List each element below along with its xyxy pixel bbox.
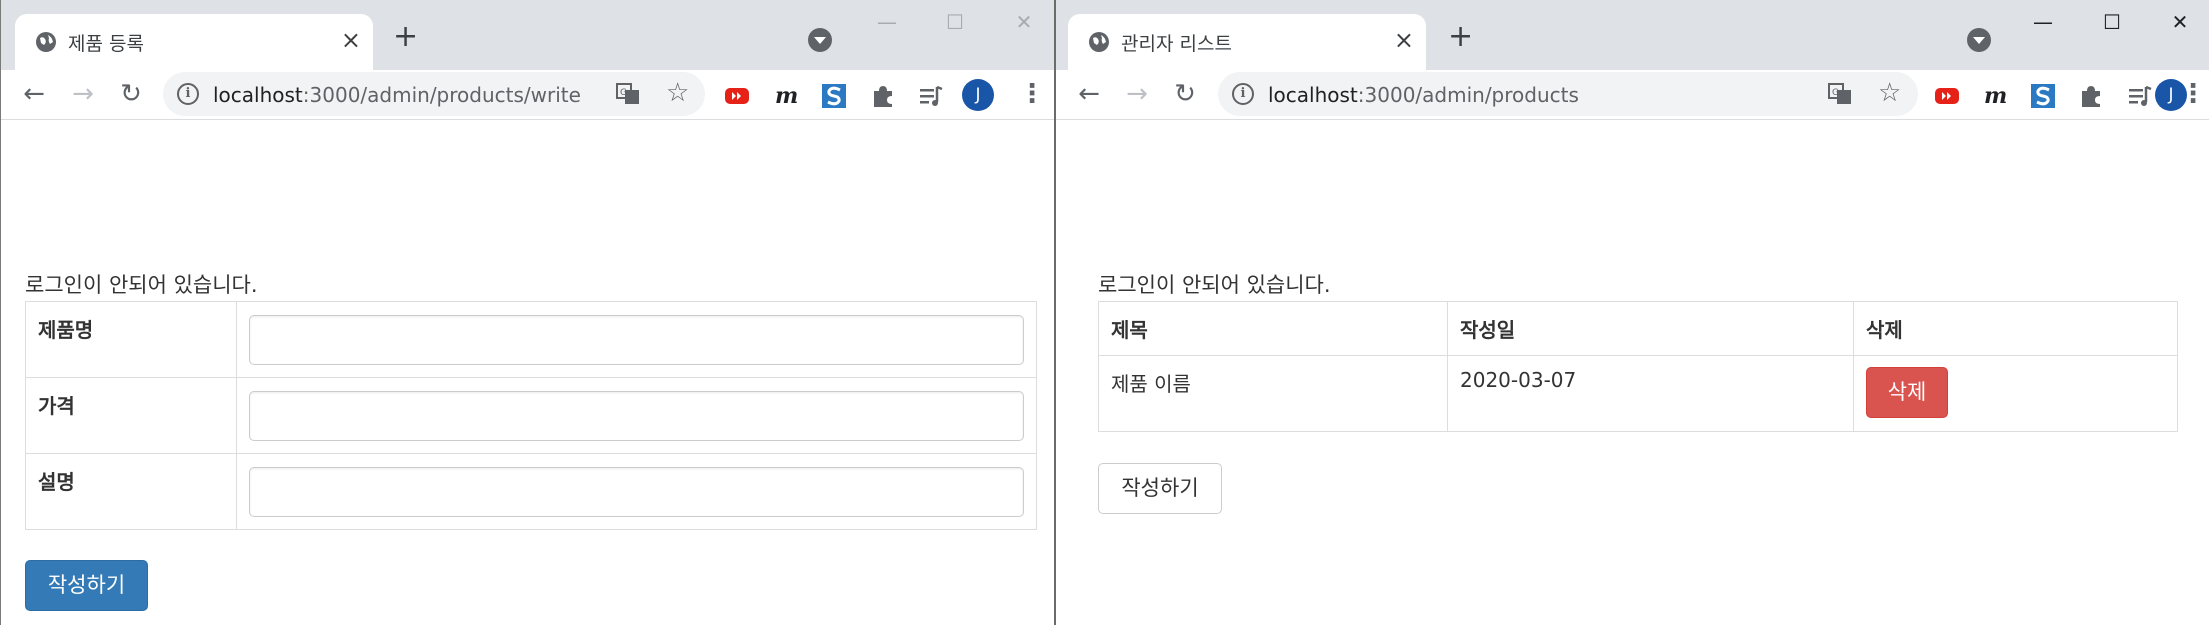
svg-text:m: m [1984, 83, 2007, 109]
minimize-button[interactable]: — [2023, 8, 2063, 36]
m-icon[interactable]: m [1981, 82, 2009, 110]
maximize-button[interactable]: ☐ [935, 8, 975, 36]
tab-product-register[interactable]: 제품 등록 × [15, 14, 373, 70]
cell-delete: 삭제 [1853, 355, 2178, 432]
tab-strip: 제품 등록 × + — ☐ ✕ [1, 0, 1054, 70]
url-host: localhost [213, 83, 303, 107]
arrow-right-icon[interactable]: → [1121, 79, 1153, 111]
url-text[interactable]: localhost:3000/admin/products [1268, 83, 1579, 107]
product-name-input[interactable] [249, 314, 1024, 365]
youtube-icon[interactable] [1933, 82, 1961, 110]
product-list-table: 제목 작성일 삭제 제품 이름 2020-03-07 삭제 [1098, 301, 2178, 432]
write-button[interactable]: 작성하기 [1098, 463, 1222, 514]
svg-text:m: m [775, 83, 798, 109]
m-icon[interactable]: m [772, 82, 800, 110]
playlist-icon[interactable] [917, 82, 945, 110]
reload-icon[interactable]: ↻ [115, 79, 147, 111]
tab-close-icon[interactable]: × [1394, 28, 1414, 52]
form-row-price: 가격 [25, 377, 1037, 454]
close-window-button[interactable]: ✕ [1004, 8, 1044, 36]
field-label: 가격 [25, 377, 237, 454]
tab-title: 관리자 리스트 [1121, 33, 1232, 55]
arrow-left-icon[interactable]: ← [18, 79, 50, 111]
column-header-title: 제목 [1098, 301, 1448, 356]
price-input[interactable] [249, 390, 1024, 441]
tab-admin-list[interactable]: 관리자 리스트 × [1068, 14, 1426, 70]
field-cell [236, 377, 1037, 454]
column-header-delete: 삭제 [1853, 301, 2178, 356]
form-row-description: 설명 [25, 453, 1037, 530]
youtube-icon[interactable] [723, 82, 751, 110]
field-label: 제품명 [25, 301, 237, 378]
globe-icon [36, 32, 56, 52]
column-header-date: 작성일 [1447, 301, 1854, 356]
info-icon[interactable]: i [177, 83, 199, 105]
browser-window-left: 제품 등록 × + — ☐ ✕ ← → ↻ i localhost:3000/a… [0, 0, 1054, 625]
url-path: :3000/admin/products/write [302, 83, 581, 107]
url-text[interactable]: localhost:3000/admin/products/write [213, 83, 581, 107]
reload-icon[interactable]: ↻ [1169, 79, 1201, 111]
delete-button[interactable]: 삭제 [1866, 367, 1948, 418]
field-cell [236, 301, 1037, 378]
playlist-icon[interactable] [2126, 82, 2154, 110]
tab-close-icon[interactable]: × [341, 28, 361, 52]
close-window-button[interactable]: ✕ [2160, 8, 2200, 36]
arrow-left-icon[interactable]: ← [1073, 79, 1105, 111]
tab-search-icon[interactable] [808, 28, 832, 52]
login-status-message: 로그인이 안되어 있습니다. [1098, 273, 1331, 297]
s-icon[interactable] [820, 82, 848, 110]
field-cell [236, 453, 1037, 530]
field-label: 설명 [25, 453, 237, 530]
star-icon[interactable]: ☆ [666, 78, 689, 108]
table-header-row: 제목 작성일 삭제 [1098, 301, 2178, 356]
table-row: 제품 이름 2020-03-07 삭제 [1098, 355, 2178, 432]
new-tab-button[interactable]: + [393, 22, 418, 52]
description-input[interactable] [249, 466, 1024, 517]
puzzle-icon[interactable] [869, 82, 897, 110]
address-bar[interactable]: i localhost:3000/admin/products G ☆ [1218, 72, 1918, 116]
kebab-menu-icon[interactable]: ⋮ [2180, 80, 2206, 108]
cell-title: 제품 이름 [1098, 355, 1448, 432]
browser-window-right: 관리자 리스트 × + — ☐ ✕ ← → ↻ i localhost:3000… [1054, 0, 2209, 625]
info-icon[interactable]: i [1232, 83, 1254, 105]
url-path: :3000/admin/products [1357, 83, 1579, 107]
arrow-right-icon[interactable]: → [67, 79, 99, 111]
maximize-button[interactable]: ☐ [2092, 8, 2132, 36]
translate-icon[interactable]: G [615, 81, 641, 107]
svg-text:G: G [620, 88, 627, 98]
submit-button[interactable]: 작성하기 [25, 560, 148, 611]
tab-title: 제품 등록 [68, 33, 144, 55]
address-bar[interactable]: i localhost:3000/admin/products/write G … [163, 72, 705, 116]
tab-strip: 관리자 리스트 × + — ☐ ✕ [1056, 0, 2209, 70]
cell-date: 2020-03-07 [1447, 355, 1854, 432]
page-content: 로그인이 안되어 있습니다. 제품명 가격 설명 작성하기 [1, 121, 1054, 625]
translate-icon[interactable]: G [1827, 81, 1853, 107]
s-icon[interactable] [2029, 82, 2057, 110]
minimize-button[interactable]: — [867, 8, 907, 36]
browser-toolbar: ← → ↻ i localhost:3000/admin/products/wr… [1, 70, 1054, 120]
star-icon[interactable]: ☆ [1878, 78, 1901, 108]
browser-toolbar: ← → ↻ i localhost:3000/admin/products G … [1056, 70, 2209, 120]
product-form-table: 제품명 가격 설명 [25, 301, 1037, 530]
svg-text:G: G [1832, 88, 1839, 98]
page-content: 로그인이 안되어 있습니다. 제목 작성일 삭제 제품 이름 2020-03-0… [1056, 121, 2209, 625]
kebab-menu-icon[interactable]: ⋮ [1019, 80, 1045, 108]
url-host: localhost [1268, 83, 1358, 107]
avatar[interactable]: J [962, 79, 994, 111]
form-row-name: 제품명 [25, 301, 1037, 378]
new-tab-button[interactable]: + [1448, 22, 1473, 52]
puzzle-icon[interactable] [2077, 82, 2105, 110]
login-status-message: 로그인이 안되어 있습니다. [25, 273, 258, 297]
globe-icon [1089, 32, 1109, 52]
tab-search-icon[interactable] [1967, 28, 1991, 52]
